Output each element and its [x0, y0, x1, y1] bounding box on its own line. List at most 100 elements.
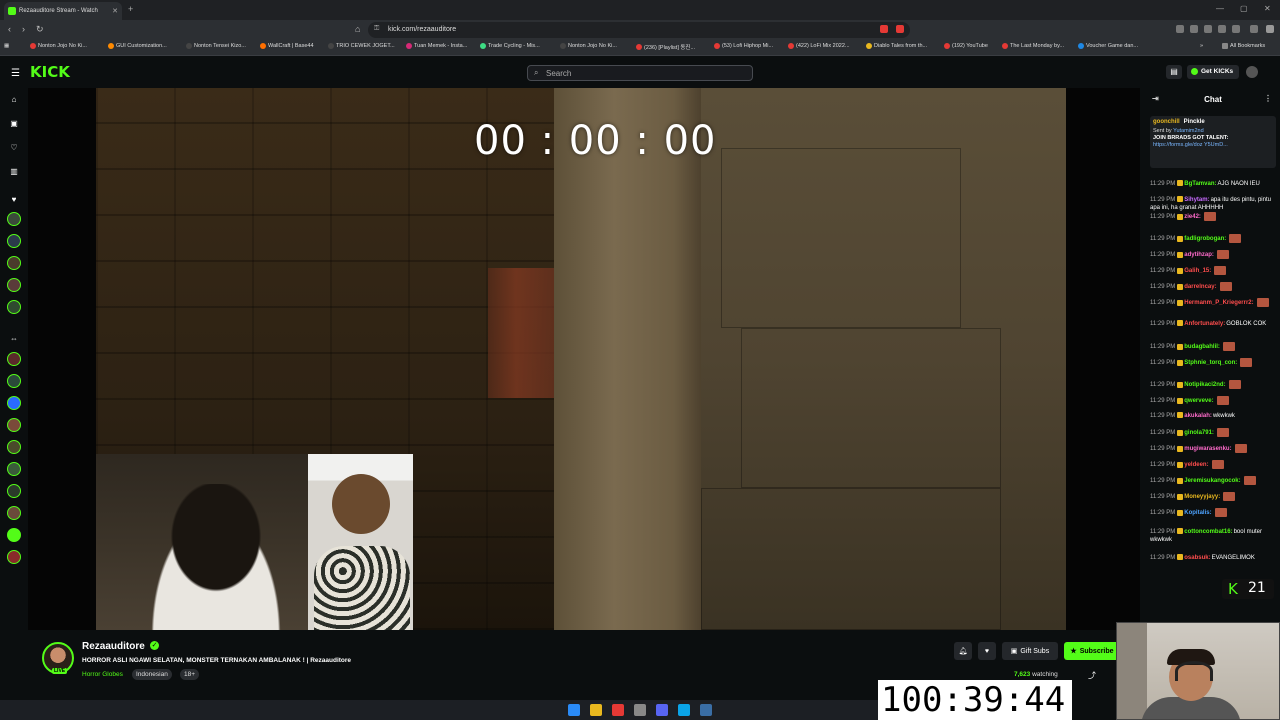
- chat-message[interactable]: 11:29 PM Kopitalis:: [1150, 508, 1276, 517]
- kick-logo[interactable]: KICK: [30, 63, 70, 81]
- message-username[interactable]: Moneyyjayy:: [1184, 494, 1220, 500]
- maximize-icon[interactable]: ▢: [1240, 4, 1248, 13]
- chat-message[interactable]: 11:29 PM Galih_15:: [1150, 266, 1276, 275]
- file-explorer-icon[interactable]: [590, 704, 602, 716]
- bookmark-item[interactable]: Tuan Memek - Insta...: [406, 43, 467, 49]
- message-username[interactable]: adytihzap:: [1184, 252, 1214, 258]
- app-icon[interactable]: [700, 704, 712, 716]
- extension-icon[interactable]: [1232, 25, 1240, 33]
- obs-icon[interactable]: [634, 704, 646, 716]
- recommended-channel-avatar[interactable]: [7, 374, 21, 388]
- message-username[interactable]: budagbahlil:: [1184, 344, 1220, 350]
- user-avatar[interactable]: [1246, 66, 1258, 78]
- chat-message[interactable]: 11:29 PM zie42:: [1150, 212, 1276, 221]
- recommended-channel-avatar[interactable]: [7, 506, 21, 520]
- message-username[interactable]: Hermanm_P_Kriegerrr2:: [1184, 300, 1253, 306]
- brave-rewards-icon[interactable]: [896, 25, 904, 33]
- message-username[interactable]: BgTamvan:: [1184, 181, 1216, 187]
- menu-icon[interactable]: [1266, 25, 1274, 33]
- message-username[interactable]: Kopitalis:: [1184, 510, 1211, 516]
- share-icon[interactable]: ⤴: [1088, 670, 1096, 681]
- bookmark-item[interactable]: The Last Monday by...: [1002, 43, 1064, 49]
- follow-heart-icon[interactable]: ♥: [978, 642, 996, 660]
- close-tab-icon[interactable]: ✕: [112, 7, 118, 15]
- pinned-message[interactable]: goonchill Pinckle Sent by Yutamim2nd JOI…: [1150, 116, 1276, 168]
- followed-channel-avatar[interactable]: [7, 256, 21, 270]
- discord-icon[interactable]: [656, 704, 668, 716]
- brave-shield-icon[interactable]: [880, 25, 888, 33]
- recommended-channel-avatar[interactable]: [7, 396, 21, 410]
- chat-message[interactable]: 11:29 PM yeldeen:: [1150, 460, 1276, 469]
- message-username[interactable]: yeldeen:: [1184, 462, 1208, 468]
- recommended-channel-avatar[interactable]: [7, 462, 21, 476]
- recommended-channel-avatar[interactable]: [7, 550, 21, 564]
- forward-icon[interactable]: ›: [22, 24, 25, 34]
- recommended-channel-avatar[interactable]: [7, 528, 21, 542]
- gift-subs-button[interactable]: ▣ Gift Subs: [1002, 642, 1058, 660]
- subscribe-button[interactable]: ★ Subscribe: [1064, 642, 1120, 660]
- minimize-icon[interactable]: —: [1216, 4, 1224, 13]
- bookmark-item[interactable]: Voucher Game dan...: [1078, 43, 1138, 49]
- message-username[interactable]: mugiwarasenku:: [1184, 446, 1231, 452]
- bookmark-item[interactable]: (422) LoFi Mix 2022...: [788, 43, 850, 49]
- chat-message[interactable]: 11:29 PM Stphnie_torq_con:: [1150, 358, 1276, 367]
- message-username[interactable]: darrelncay:: [1184, 284, 1216, 290]
- extension-icon[interactable]: [1190, 25, 1198, 33]
- message-username[interactable]: Galih_15:: [1184, 268, 1211, 274]
- chat-message[interactable]: 11:29 PM ginola791:: [1150, 428, 1276, 437]
- bookmark-item[interactable]: TRIO CEWEK JOGET...: [328, 43, 395, 49]
- message-username[interactable]: ginola791:: [1184, 430, 1214, 436]
- followed-channel-avatar[interactable]: [7, 212, 21, 226]
- chat-message[interactable]: 11:29 PM Anfortunately:GOBLOK COK: [1150, 320, 1276, 328]
- followed-channel-avatar[interactable]: [7, 300, 21, 314]
- chat-message[interactable]: 11:29 PM qwerveve:: [1150, 396, 1276, 405]
- browser-tab[interactable]: Rezaauditore Stream - Watch ✕: [4, 2, 122, 20]
- chat-message[interactable]: 11:29 PM mugiwarasenku:: [1150, 444, 1276, 453]
- bookmark-item[interactable]: Nonton Jojo No Ki...: [560, 43, 617, 49]
- followed-channel-avatar[interactable]: [7, 234, 21, 248]
- channel-name[interactable]: Rezaauditore: [82, 641, 145, 652]
- get-kicks-button[interactable]: Get KICKs: [1187, 65, 1239, 79]
- wallet-icon[interactable]: [1250, 25, 1258, 33]
- brave-browser-icon[interactable]: [612, 704, 624, 716]
- more-bookmarks-icon[interactable]: »: [1200, 43, 1203, 49]
- pinned-link[interactable]: https://forms.gle/doz Y5UmD...: [1153, 142, 1228, 148]
- bookmark-item[interactable]: Diablo Tales from th...: [866, 43, 927, 49]
- chat-message[interactable]: 11:29 PM darrelncay:: [1150, 282, 1276, 291]
- chat-message[interactable]: 11:29 PM Sihytam:apa itu des pintu, pintu…: [1150, 196, 1276, 212]
- layout-toggle-icon[interactable]: ▤: [1166, 65, 1182, 79]
- close-window-icon[interactable]: ✕: [1264, 4, 1271, 13]
- bookmark-item[interactable]: Nonton Tensei Kizo...: [186, 43, 246, 49]
- extension-icon[interactable]: [1218, 25, 1226, 33]
- chat-message[interactable]: 11:29 PM akukalah:wkwkwk: [1150, 412, 1276, 420]
- message-username[interactable]: akukalah:: [1184, 413, 1212, 419]
- video-player[interactable]: 00 : 00 : 00: [28, 88, 1140, 630]
- clips-icon[interactable]: ▥: [8, 167, 20, 179]
- new-tab-icon[interactable]: +: [128, 4, 133, 14]
- message-username[interactable]: fadligrobogan:: [1184, 236, 1226, 242]
- url-field[interactable]: ⚿ kick.com/rezaauditore: [368, 22, 910, 38]
- recommended-channel-avatar[interactable]: [7, 418, 21, 432]
- chat-message[interactable]: 11:29 PM cottoncombat16:bool muter wkwkwk: [1150, 528, 1276, 544]
- apps-icon[interactable]: ▦: [4, 43, 9, 49]
- chat-message[interactable]: 11:29 PM osabsuk:EVANGELIMOK: [1150, 554, 1276, 562]
- recommended-channel-avatar[interactable]: [7, 440, 21, 454]
- stream-category[interactable]: Horror Globes: [82, 671, 123, 678]
- chat-message[interactable]: 11:29 PM BgTamvan:AJG NAON IEU: [1150, 180, 1276, 188]
- bookmark-item[interactable]: GUI Customization...: [108, 43, 167, 49]
- bookmark-item[interactable]: Nonton Jojo No Ki...: [30, 43, 87, 49]
- bookmark-item[interactable]: (236) [Playlist] 동진...: [636, 43, 695, 51]
- search-input[interactable]: ⌕ Search: [527, 65, 753, 81]
- notification-bell-icon[interactable]: 🔔︎: [954, 642, 972, 660]
- home-icon[interactable]: ⌂: [8, 95, 20, 107]
- chat-settings-icon[interactable]: ⋮: [1264, 94, 1272, 103]
- language-tag[interactable]: Indonesian: [132, 669, 172, 680]
- message-username[interactable]: Stphnie_torq_con:: [1184, 360, 1237, 366]
- chat-message[interactable]: 11:29 PM Hermanm_P_Kriegerrr2:: [1150, 298, 1276, 307]
- browse-icon[interactable]: ▣: [8, 119, 20, 131]
- message-username[interactable]: cottoncombat16:: [1184, 529, 1232, 535]
- message-username[interactable]: zie42:: [1184, 214, 1201, 220]
- message-username[interactable]: Jeremisukangocok:: [1184, 478, 1240, 484]
- collapse-chat-icon[interactable]: ⇥: [1152, 94, 1159, 103]
- chat-message[interactable]: 11:29 PM Jeremisukangocok:: [1150, 476, 1276, 485]
